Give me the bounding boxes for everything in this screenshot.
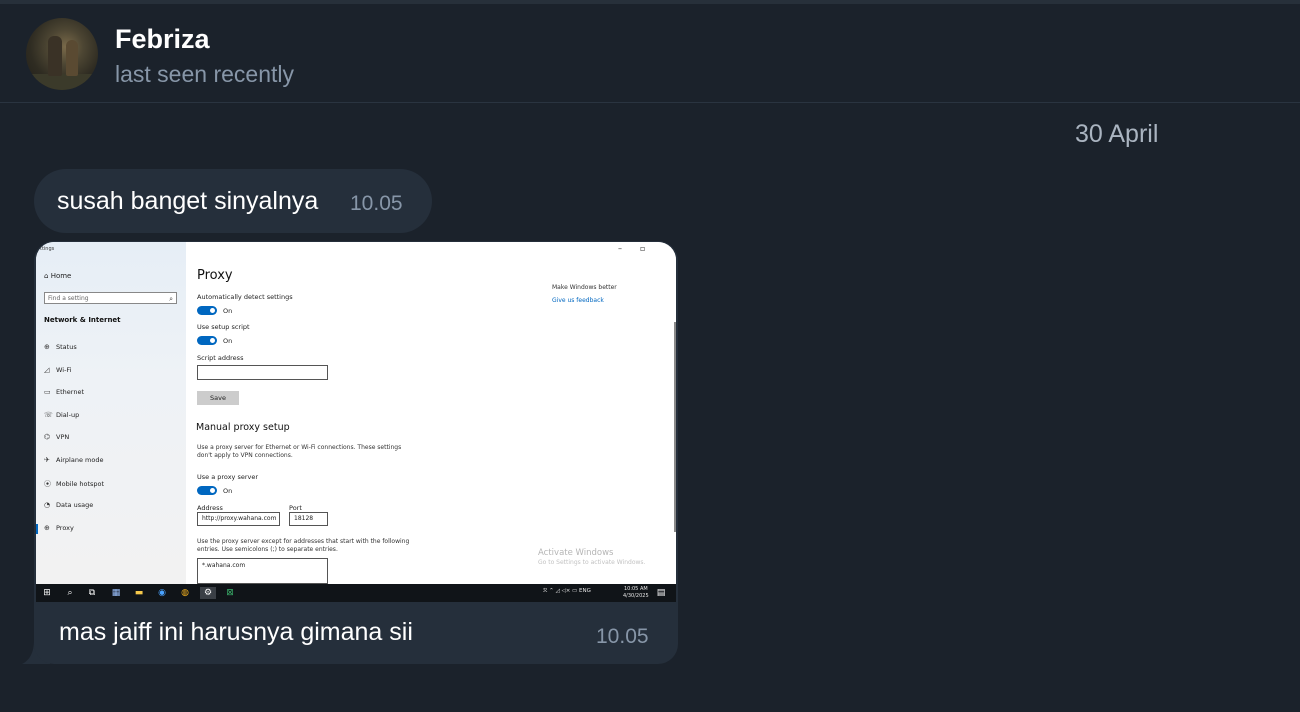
contact-name[interactable]: Febriza xyxy=(115,24,210,55)
port-label: Port xyxy=(289,504,302,512)
section-title: Network & Internet xyxy=(44,316,121,324)
phone-icon: ☏ xyxy=(44,411,53,419)
message-bubble[interactable]: susah banget sinyalnya 10.05 xyxy=(34,169,432,233)
nav-proxy: ⊕ Proxy xyxy=(44,524,74,532)
auto-detect-label: Automatically detect settings xyxy=(197,293,293,301)
search-icon: ⌕ xyxy=(169,295,173,303)
chrome-icon: ◍ xyxy=(181,588,189,598)
settings-gear-icon: ⚙ xyxy=(200,587,216,599)
task-view-icon: ⧉ xyxy=(88,588,96,598)
excel-icon: ⊠ xyxy=(226,588,234,598)
nav-data-usage: ◔ Data usage xyxy=(44,501,94,509)
restore-icon: ▫ xyxy=(640,244,646,253)
nav-airplane: ✈ Airplane mode xyxy=(44,456,104,464)
use-proxy-label: Use a proxy server xyxy=(197,473,259,481)
tray-icons: ℛ ⌃ ◿ ◁× ▭ ENG xyxy=(543,588,591,594)
make-windows-better: Make Windows better xyxy=(552,284,617,291)
wifi-icon: ◿ xyxy=(44,366,50,374)
save-button: Save xyxy=(197,391,239,405)
photo-caption: mas jaiff ini harusnya gimana sii xyxy=(59,618,413,646)
on-label: On xyxy=(223,307,233,315)
feedback-link: Give us feedback xyxy=(552,297,604,304)
exceptions-input: *.wahana.com xyxy=(197,558,328,584)
nav-vpn: ⌬ VPN xyxy=(44,433,70,441)
manual-proxy-heading: Manual proxy setup xyxy=(196,422,290,433)
script-address-input xyxy=(197,365,328,380)
data-usage-icon: ◔ xyxy=(44,501,51,509)
photo-message[interactable]: ttings ⌂ Home Find a setting ⌕ Network & … xyxy=(34,241,678,664)
nav-selected-indicator xyxy=(36,524,38,534)
contact-status: last seen recently xyxy=(115,61,294,87)
settings-sidebar: ttings ⌂ Home Find a setting ⌕ Network & … xyxy=(36,242,186,584)
start-icon: ⊞ xyxy=(43,588,51,598)
setup-script-label: Use setup script xyxy=(197,323,250,331)
avatar[interactable] xyxy=(26,18,98,90)
edge-icon: ◉ xyxy=(158,588,166,598)
message-time: 10.05 xyxy=(596,625,649,648)
notification-icon: ▤ xyxy=(656,588,666,598)
folder-icon: ▬ xyxy=(134,588,144,598)
vpn-icon: ⌬ xyxy=(44,433,51,441)
nav-status: ⊕ Status xyxy=(44,343,77,351)
on-label: On xyxy=(223,337,233,345)
on-label: On xyxy=(223,487,233,495)
nav-dialup: ☏ Dial-up xyxy=(44,411,80,419)
hotspot-icon: ⦿ xyxy=(44,480,51,488)
scrollbar xyxy=(674,322,676,532)
chat-header[interactable]: Febriza last seen recently xyxy=(0,4,1300,103)
auto-detect-toggle xyxy=(197,306,217,315)
calculator-icon: ▦ xyxy=(111,588,121,598)
home-item: ⌂ Home xyxy=(44,272,72,280)
ethernet-icon: ▭ xyxy=(44,388,51,396)
activate-watermark-sub: Go to Settings to activate Windows. xyxy=(538,559,646,566)
nav-hotspot: ⦿ Mobile hotspot xyxy=(44,480,105,488)
setup-script-toggle xyxy=(197,336,217,345)
address-input: http://proxy.wahana.com xyxy=(197,512,280,526)
address-label: Address xyxy=(197,504,223,512)
window-label: ttings xyxy=(40,246,55,252)
date-separator: 30 April xyxy=(1075,120,1159,148)
search-icon: ⌕ xyxy=(67,588,73,598)
port-input: 18128 xyxy=(289,512,328,526)
settings-screenshot-image[interactable]: ttings ⌂ Home Find a setting ⌕ Network & … xyxy=(36,242,676,602)
nav-wifi: ◿ Wi-Fi xyxy=(44,366,72,374)
script-address-label: Script address xyxy=(197,354,244,362)
exceptions-description: Use the proxy server except for addresse… xyxy=(197,538,410,553)
windows-taskbar: ⊞ ⌕ ⧉ ▦ ▬ ◉ ◍ ⚙ ⊠ ℛ ⌃ ◿ ◁× ▭ ENG 10:05 A… xyxy=(36,584,676,602)
globe-icon: ⊕ xyxy=(44,524,50,532)
message-text: susah banget sinyalnya xyxy=(57,187,319,215)
settings-content: – ▫ Proxy Automatically detect settings … xyxy=(186,242,676,584)
find-setting-box: Find a setting ⌕ xyxy=(44,292,177,304)
proxy-title: Proxy xyxy=(197,268,233,283)
status-icon: ⊕ xyxy=(44,343,50,351)
airplane-icon: ✈ xyxy=(44,456,50,464)
use-proxy-toggle xyxy=(197,486,217,495)
nav-ethernet: ▭ Ethernet xyxy=(44,388,84,396)
taskbar-clock: 10:05 AM 4/30/2025 xyxy=(623,586,649,599)
message-time: 10.05 xyxy=(350,192,403,215)
minimize-icon: – xyxy=(618,244,622,253)
manual-proxy-description: Use a proxy server for Ethernet or Wi-Fi… xyxy=(197,444,402,459)
activate-watermark: Activate Windows xyxy=(538,548,614,558)
